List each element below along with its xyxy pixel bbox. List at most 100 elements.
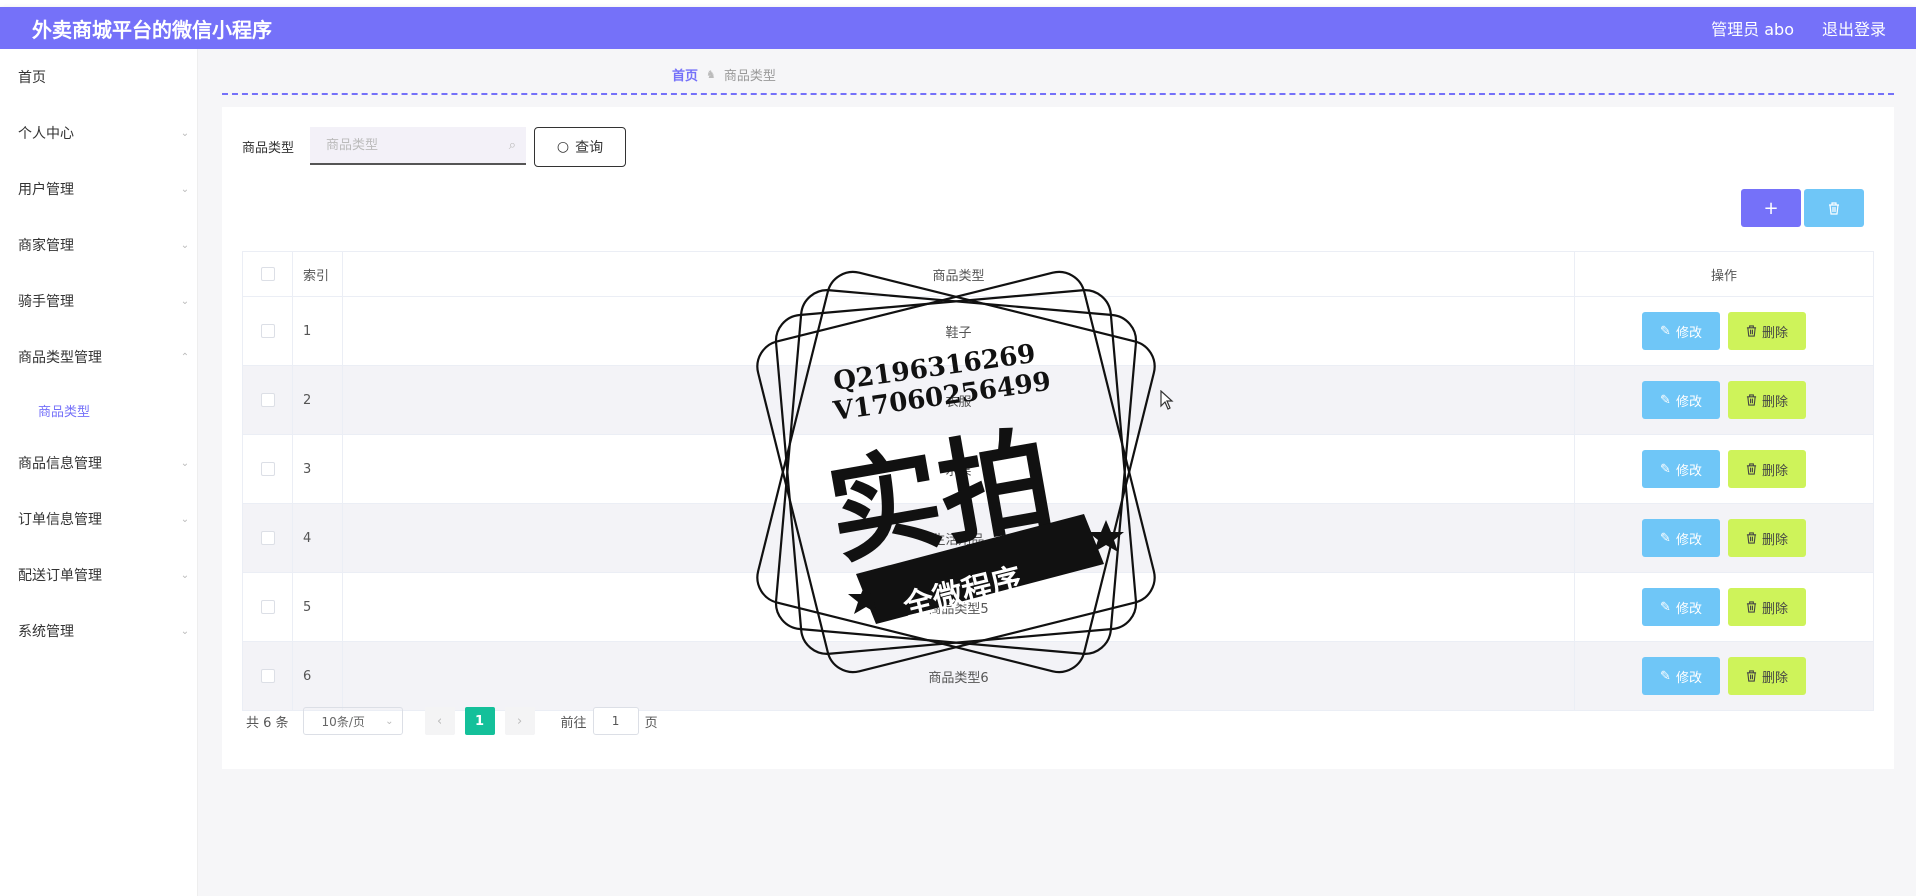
edit-button-label: 修改 [1675, 463, 1702, 479]
edit-button[interactable]: ✎ 修改 [1642, 450, 1720, 488]
next-page-button[interactable]: › [504, 707, 535, 735]
row-checkbox[interactable] [260, 393, 275, 407]
row-type: 水果 [343, 435, 1575, 503]
delete-button[interactable]: 删除 [1728, 450, 1806, 488]
logout-link[interactable]: 退出登录 [1822, 16, 1886, 40]
chevron-up-icon: ⌃ [180, 351, 190, 363]
trash-icon [1746, 394, 1757, 406]
sidebar-item-delivery[interactable]: 配送订单管理 ⌄ [0, 547, 197, 603]
row-checkbox-cell [243, 573, 293, 641]
pagination-total: 共 6 条 [246, 715, 289, 731]
breadcrumb-current: 商品类型 [723, 69, 776, 84]
row-checkbox[interactable] [260, 600, 275, 614]
chevron-down-icon: ⌄ [180, 295, 190, 307]
row-index: 2 [293, 366, 343, 434]
delete-button[interactable]: 删除 [1728, 381, 1806, 419]
edit-button[interactable]: ✎ 修改 [1642, 381, 1720, 419]
content-card: 商品类型 ⌕ ○ 查询 + 索引 商品类型 操作 1鞋子✎修改删除2衣服✎修改删… [222, 107, 1894, 769]
user-label[interactable]: 管理员 abo [1711, 16, 1794, 40]
header-op: 操作 [1710, 268, 1737, 284]
goto-page-input[interactable] [592, 707, 639, 735]
row-checkbox[interactable] [260, 324, 275, 338]
breadcrumb-home[interactable]: 首页 [672, 65, 698, 84]
pencil-icon: ✎ [1660, 392, 1671, 408]
table-row: 2 衣服 ✎ 修改 删除 [243, 365, 1873, 434]
row-index: 3 [293, 435, 343, 503]
delete-button-label: 删除 [1761, 394, 1788, 410]
dashed-divider [222, 93, 1894, 95]
sidebar-item-product-info[interactable]: 商品信息管理 ⌄ [0, 435, 197, 491]
edit-button[interactable]: ✎ 修改 [1642, 312, 1720, 350]
search-input[interactable] [326, 137, 486, 153]
sidebar-subitem-product-type[interactable]: 商品类型 [0, 385, 197, 435]
chevron-down-icon: ⌄ [180, 127, 190, 139]
row-type: 生活用品 [343, 504, 1575, 572]
trash-icon [1746, 463, 1757, 475]
row-checkbox[interactable] [260, 669, 275, 683]
pencil-icon: ✎ [1660, 461, 1671, 477]
row-actions: ✎ 修改 删除 [1575, 435, 1873, 503]
row-checkbox-cell [243, 366, 293, 434]
header-index: 索引 [293, 252, 343, 296]
pencil-icon: ✎ [1660, 599, 1671, 615]
sidebar-item-label: 用户管理 [18, 182, 74, 198]
sidebar-item-riders[interactable]: 骑手管理 ⌄ [0, 273, 197, 329]
table-row: 5 商品类型5 ✎ 修改 删除 [243, 572, 1873, 641]
sidebar-item-home[interactable]: 首页 [0, 49, 197, 105]
query-button[interactable]: ○ 查询 [534, 127, 626, 167]
row-index: 4 [293, 504, 343, 572]
edit-button-label: 修改 [1675, 532, 1702, 548]
edit-button[interactable]: ✎ 修改 [1642, 588, 1720, 626]
sidebar-item-product-type-mgmt[interactable]: 商品类型管理 ⌃ [0, 329, 197, 385]
batch-delete-button[interactable] [1804, 189, 1864, 227]
table-row: 6 商品类型6 ✎ 修改 删除 [243, 641, 1873, 710]
edit-button[interactable]: ✎ 修改 [1642, 519, 1720, 557]
sidebar: 首页 个人中心 ⌄ 用户管理 ⌄ 商家管理 ⌄ 骑手管理 ⌄ 商品类型管理 ⌃ 商品类型 … [0, 49, 198, 896]
edit-button[interactable]: ✎ 修改 [1642, 657, 1720, 695]
row-type: 衣服 [343, 366, 1575, 434]
trash-icon [1829, 201, 1839, 215]
goto-suffix: 页 [644, 715, 658, 731]
mouse-cursor-icon [1160, 390, 1174, 410]
sidebar-item-label: 首页 [18, 70, 46, 86]
trash-icon [1746, 325, 1757, 337]
sidebar-item-orders[interactable]: 订单信息管理 ⌄ [0, 491, 197, 547]
row-index: 1 [293, 297, 343, 365]
sidebar-item-profile[interactable]: 个人中心 ⌄ [0, 105, 197, 161]
row-type: 鞋子 [343, 297, 1575, 365]
main-area: 首页 ♞ 商品类型 商品类型 ⌕ ○ 查询 + 索引 商品类型 操作 1鞋子✎修… [198, 49, 1916, 896]
top-right: 管理员 abo 退出登录 [1711, 16, 1886, 40]
row-checkbox[interactable] [260, 462, 275, 476]
sidebar-item-merchants[interactable]: 商家管理 ⌄ [0, 217, 197, 273]
table-row: 3 水果 ✎ 修改 删除 [243, 434, 1873, 503]
search-label: 商品类型 [242, 141, 295, 156]
delete-button[interactable]: 删除 [1728, 588, 1806, 626]
sidebar-item-system[interactable]: 系统管理 ⌄ [0, 603, 197, 659]
page-size-select[interactable]: 10条/页 ⌄ [302, 707, 403, 735]
pencil-icon: ✎ [1660, 530, 1671, 546]
trash-icon [1746, 601, 1757, 613]
sidebar-item-label: 商品类型管理 [18, 350, 102, 366]
prev-page-button[interactable]: ‹ [424, 707, 455, 735]
chevron-down-icon: ⌄ [180, 457, 190, 469]
chevron-down-icon: ⌄ [180, 625, 190, 637]
delete-button[interactable]: 删除 [1728, 657, 1806, 695]
app-title: 外卖商城平台的微信小程序 [32, 17, 272, 42]
row-actions: ✎ 修改 删除 [1575, 504, 1873, 572]
edit-button-label: 修改 [1675, 601, 1702, 617]
delete-button-label: 删除 [1761, 325, 1788, 341]
row-actions: ✎ 修改 删除 [1575, 366, 1873, 434]
add-button[interactable]: + [1741, 189, 1801, 227]
select-all-checkbox[interactable] [260, 267, 275, 281]
delete-button[interactable]: 删除 [1728, 312, 1806, 350]
delete-button[interactable]: 删除 [1728, 519, 1806, 557]
goto-label: 前往 [560, 715, 587, 731]
row-actions: ✎ 修改 删除 [1575, 297, 1873, 365]
header-type: 商品类型 [343, 252, 1575, 296]
sidebar-item-users[interactable]: 用户管理 ⌄ [0, 161, 197, 217]
pencil-icon: ✎ [1660, 668, 1671, 684]
page-number-current[interactable]: 1 [464, 707, 495, 735]
row-checkbox[interactable] [260, 531, 275, 545]
goto-page: 前往 页 [561, 707, 658, 735]
sidebar-item-label: 订单信息管理 [18, 512, 102, 528]
